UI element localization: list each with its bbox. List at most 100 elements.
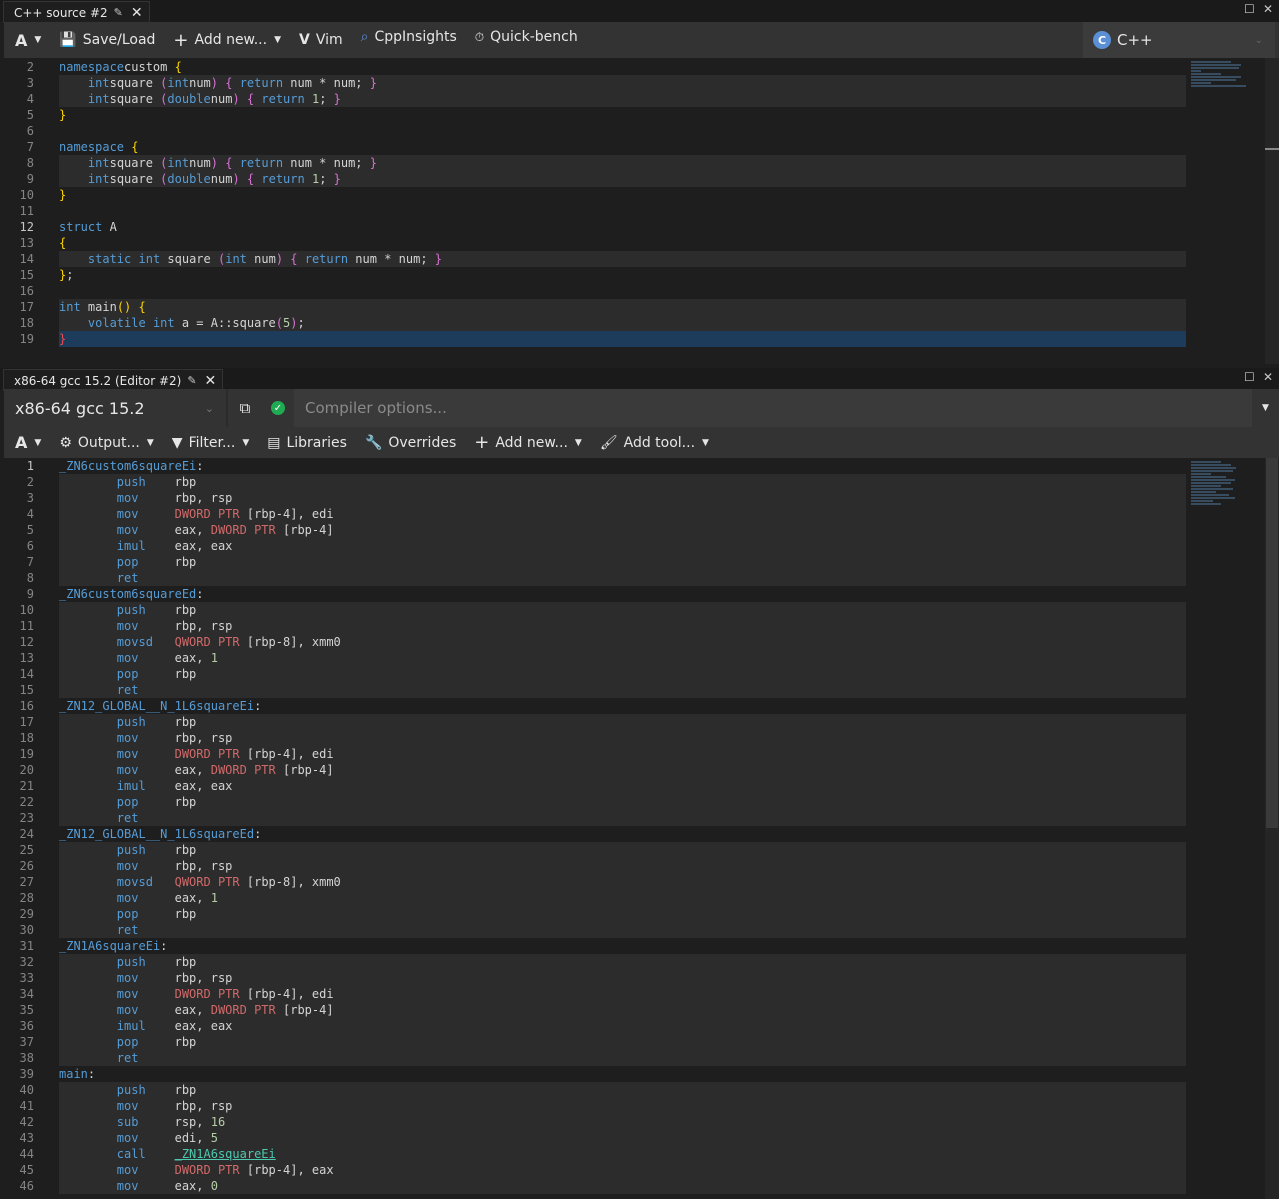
code-line[interactable]: 38 ret	[4, 1050, 1186, 1066]
code-line[interactable]: 8 intsquare (intnum) { return num * num;…	[4, 155, 1186, 171]
code-line[interactable]: 45 mov DWORD PTR [rbp-4], eax	[4, 1162, 1186, 1178]
libraries-button[interactable]: ▤ Libraries	[258, 427, 356, 458]
code-line[interactable]: 29 pop rbp	[4, 906, 1186, 922]
close-icon[interactable]: ✕	[205, 373, 217, 389]
source-scrollbar[interactable]	[1265, 58, 1279, 364]
code-line[interactable]: 13 mov eax, 1	[4, 650, 1186, 666]
code-line[interactable]: 39 main:	[4, 1066, 1186, 1082]
code-line[interactable]: 24 _ZN12_GLOBAL__N_1L6squareEd:	[4, 826, 1186, 842]
code-line[interactable]: 23 ret	[4, 810, 1186, 826]
code-line[interactable]: 42 sub rsp, 16	[4, 1114, 1186, 1130]
code-line[interactable]: 6	[4, 123, 1186, 139]
close-icon[interactable]: ✕	[1263, 370, 1273, 384]
code-line[interactable]: 10 push rbp	[4, 602, 1186, 618]
code-line[interactable]: 4 intsquare (doublenum) { return 1; }	[4, 91, 1186, 107]
code-line[interactable]: 19 mov DWORD PTR [rbp-4], edi	[4, 746, 1186, 762]
code-line[interactable]: 15 ret	[4, 682, 1186, 698]
code-line[interactable]: 30 ret	[4, 922, 1186, 938]
code-line[interactable]: 7 pop rbp	[4, 554, 1186, 570]
code-token[interactable]: _ZN1A6squareEi	[175, 1147, 276, 1161]
source-tab[interactable]: C++ source #2 ✎ ✕	[3, 1, 150, 23]
code-line[interactable]: 17 int main() {	[4, 299, 1186, 315]
assembly-scrollbar[interactable]	[1265, 458, 1279, 1199]
code-line[interactable]: 5}	[4, 107, 1186, 123]
pencil-icon[interactable]: ✎	[187, 374, 196, 387]
code-line[interactable]: 11	[4, 203, 1186, 219]
code-line[interactable]: 18 mov rbp, rsp	[4, 730, 1186, 746]
code-line[interactable]: 9 intsquare (doublenum) { return 1; }	[4, 171, 1186, 187]
source-editor[interactable]: 2 namespacecustom {3 intsquare (intnum) {…	[4, 58, 1279, 364]
code-line[interactable]: 9 _ZN6custom6squareEd:	[4, 586, 1186, 602]
assembly-scroll-thumb[interactable]	[1266, 458, 1278, 828]
add-tool-button[interactable]: 🖌 Add tool... ▼	[591, 427, 718, 458]
source-minimap[interactable]	[1191, 60, 1251, 88]
add-new-button[interactable]: + Add new... ▼	[465, 427, 591, 458]
code-line[interactable]: 3 intsquare (intnum) { return num * num;…	[4, 75, 1186, 91]
code-line[interactable]: 40 push rbp	[4, 1082, 1186, 1098]
code-line[interactable]: 5 mov eax, DWORD PTR [rbp-4]	[4, 522, 1186, 538]
language-select[interactable]: C C++ ⌄	[1083, 22, 1275, 58]
code-line[interactable]: 26 mov rbp, rsp	[4, 858, 1186, 874]
compiler-select[interactable]: x86-64 gcc 15.2 ⌄	[4, 389, 226, 427]
code-line[interactable]: 20 mov eax, DWORD PTR [rbp-4]	[4, 762, 1186, 778]
output-button[interactable]: ⚙ Output... ▼	[50, 427, 162, 458]
code-line[interactable]: 41 mov rbp, rsp	[4, 1098, 1186, 1114]
code-line[interactable]: 36 imul eax, eax	[4, 1018, 1186, 1034]
close-icon[interactable]: ✕	[131, 5, 143, 21]
font-size-button[interactable]: A ▼	[4, 22, 50, 58]
cppinsights-button[interactable]: ⌕ CppInsights	[352, 19, 466, 55]
code-line[interactable]: 16 _ZN12_GLOBAL__N_1L6squareEi:	[4, 698, 1186, 714]
external-link-icon[interactable]: ⧉	[228, 389, 262, 427]
code-line[interactable]: 16	[4, 283, 1186, 299]
maximize-icon[interactable]: ☐	[1244, 370, 1255, 384]
code-line[interactable]: 8 ret	[4, 570, 1186, 586]
code-line[interactable]: 31 _ZN1A6squareEi:	[4, 938, 1186, 954]
code-line[interactable]: 17 push rbp	[4, 714, 1186, 730]
code-line[interactable]: 21 imul eax, eax	[4, 778, 1186, 794]
code-line[interactable]: 32 push rbp	[4, 954, 1186, 970]
add-new-button[interactable]: + Add new... ▼	[164, 22, 290, 58]
code-line[interactable]: 4 mov DWORD PTR [rbp-4], edi	[4, 506, 1186, 522]
code-line[interactable]: 3 mov rbp, rsp	[4, 490, 1186, 506]
code-line[interactable]: 13 {	[4, 235, 1186, 251]
close-icon[interactable]: ✕	[1263, 2, 1273, 16]
code-line[interactable]: 15};	[4, 267, 1186, 283]
code-line[interactable]: 44 call _ZN1A6squareEi	[4, 1146, 1186, 1162]
code-line[interactable]: 33 mov rbp, rsp	[4, 970, 1186, 986]
compiler-tab[interactable]: x86-64 gcc 15.2 (Editor #2) ✎ ✕	[3, 369, 224, 391]
code-line[interactable]: 37 pop rbp	[4, 1034, 1186, 1050]
code-line[interactable]: 19}	[4, 331, 1186, 347]
code-line[interactable]: 2 namespacecustom {	[4, 59, 1186, 75]
code-line[interactable]: 27 movsd QWORD PTR [rbp-8], xmm0	[4, 874, 1186, 890]
assembly-output[interactable]: 1 _ZN6custom6squareEi: 2 push rbp 3 mov rbp…	[4, 458, 1279, 1199]
vim-button[interactable]: V Vim	[290, 22, 352, 58]
code-line[interactable]: 18 volatile int a = A::square(5);	[4, 315, 1186, 331]
font-size-button[interactable]: A ▼	[4, 427, 50, 458]
code-line[interactable]: 6 imul eax, eax	[4, 538, 1186, 554]
code-line[interactable]: 35 mov eax, DWORD PTR [rbp-4]	[4, 1002, 1186, 1018]
code-line[interactable]: 7 namespace {	[4, 139, 1186, 155]
code-line[interactable]: 34 mov DWORD PTR [rbp-4], edi	[4, 986, 1186, 1002]
save-load-button[interactable]: 💾 Save/Load	[50, 22, 164, 58]
caret-down-icon[interactable]: ▼	[1252, 389, 1279, 427]
code-line[interactable]: 2 push rbp	[4, 474, 1186, 490]
compile-status[interactable]: ✓	[262, 389, 294, 427]
code-line[interactable]: 25 push rbp	[4, 842, 1186, 858]
code-line[interactable]: 46 mov eax, 0	[4, 1178, 1186, 1194]
code-line[interactable]: 14 static int square (int num) { return …	[4, 251, 1186, 267]
code-line[interactable]: 22 pop rbp	[4, 794, 1186, 810]
compiler-options-input[interactable]	[294, 389, 1252, 427]
assembly-minimap[interactable]	[1191, 460, 1251, 506]
code-line[interactable]: 12 struct A	[4, 219, 1186, 235]
filter-button[interactable]: ▼ Filter... ▼	[163, 427, 258, 458]
code-line[interactable]: 28 mov eax, 1	[4, 890, 1186, 906]
code-line[interactable]: 10}	[4, 187, 1186, 203]
code-line[interactable]: 11 mov rbp, rsp	[4, 618, 1186, 634]
maximize-icon[interactable]: ☐	[1244, 2, 1255, 16]
overrides-button[interactable]: 🔧 Overrides	[356, 427, 465, 458]
code-line[interactable]: 12 movsd QWORD PTR [rbp-8], xmm0	[4, 634, 1186, 650]
code-line[interactable]: 43 mov edi, 5	[4, 1130, 1186, 1146]
pencil-icon[interactable]: ✎	[114, 6, 123, 19]
code-line[interactable]: 14 pop rbp	[4, 666, 1186, 682]
quickbench-button[interactable]: ⏱ Quick-bench	[466, 19, 587, 55]
